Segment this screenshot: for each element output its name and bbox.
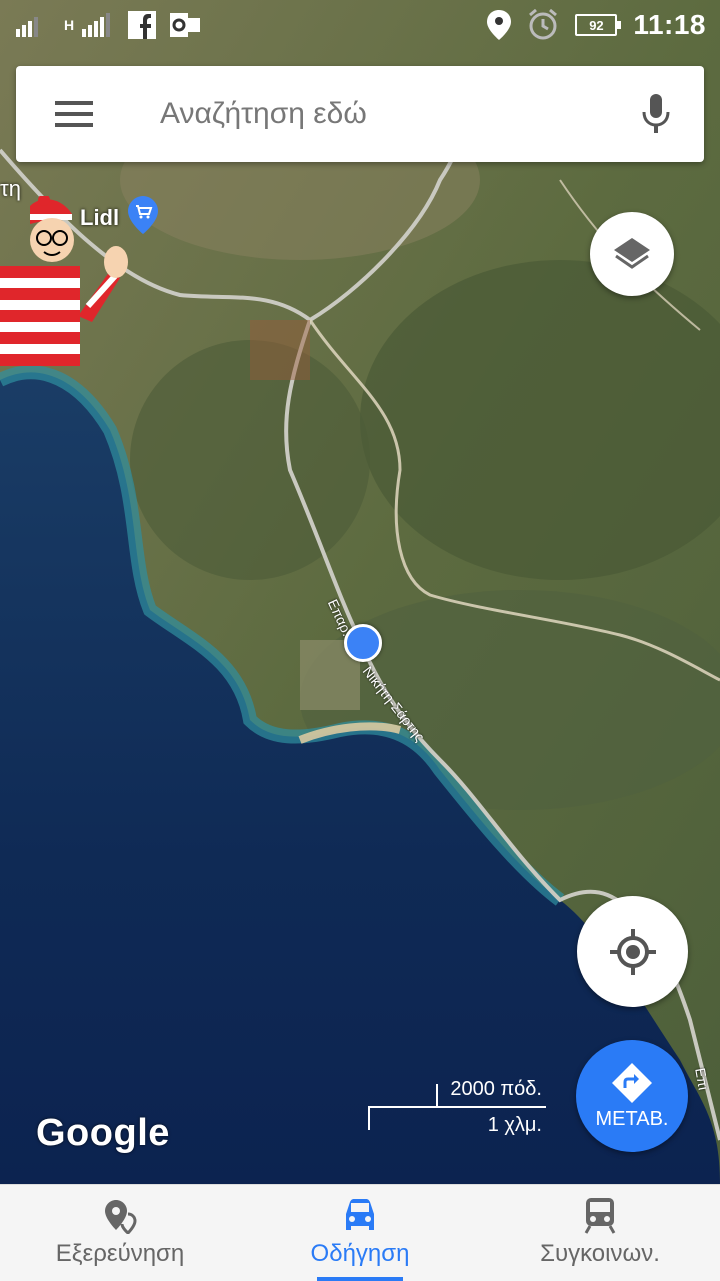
search-bar[interactable]: Αναζήτηση εδώ [16, 66, 704, 162]
directions-button[interactable]: ΜΕΤΑΒ. [576, 1040, 688, 1152]
clock: 11:18 [633, 9, 706, 40]
layers-button[interactable] [590, 212, 674, 296]
directions-icon [612, 1062, 652, 1103]
my-location-button[interactable] [577, 896, 688, 1007]
explore-icon [105, 1200, 137, 1234]
scale-feet-label: 2000 πόδ. [450, 1078, 542, 1100]
location-icon [487, 10, 512, 40]
satellite-map[interactable] [0, 0, 720, 1184]
network-signal: H [64, 13, 114, 37]
current-location-dot [344, 624, 382, 662]
tab-transit[interactable]: Συγκοινων. [480, 1185, 720, 1281]
tab-label: Εξερεύνηση [55, 1240, 185, 1267]
bottom-navigation: Εξερεύνηση Οδήγηση Συγκοινων. [0, 1184, 720, 1281]
signal-bars-icon [82, 13, 111, 37]
tab-explore[interactable]: Εξερεύνηση [0, 1185, 240, 1281]
tab-label: Οδήγηση [310, 1240, 410, 1267]
layers-icon [614, 238, 650, 269]
network-type-label: H [64, 17, 75, 33]
menu-icon[interactable] [46, 86, 102, 142]
waldo-character-icon[interactable] [0, 194, 135, 366]
scale-km-label: 1 χλμ. [487, 1114, 542, 1136]
scale-tick [436, 1084, 438, 1108]
scale-bar [368, 1106, 546, 1108]
battery-icon: 92 [575, 14, 622, 36]
google-logo: Google [36, 1112, 170, 1154]
tab-driving[interactable]: Οδήγηση [240, 1185, 480, 1281]
scale-tick [368, 1106, 370, 1130]
signal-icon [16, 17, 38, 37]
train-icon [584, 1198, 616, 1234]
map-imagery [0, 0, 720, 1184]
search-input[interactable]: Αναζήτηση εδώ [160, 97, 628, 131]
facebook-icon [128, 11, 157, 39]
alarm-icon [529, 9, 558, 40]
directions-label: ΜΕΤΑΒ. [595, 1107, 669, 1130]
tab-label: Συγκοινων. [540, 1240, 660, 1267]
outlook-icon [170, 13, 201, 37]
map-scale: 2000 πόδ. 1 χλμ. [368, 1074, 548, 1136]
car-icon [346, 1199, 374, 1230]
status-bar: H 92 11:18 [0, 0, 720, 50]
crosshair-icon [609, 928, 656, 975]
microphone-icon[interactable] [628, 86, 684, 142]
